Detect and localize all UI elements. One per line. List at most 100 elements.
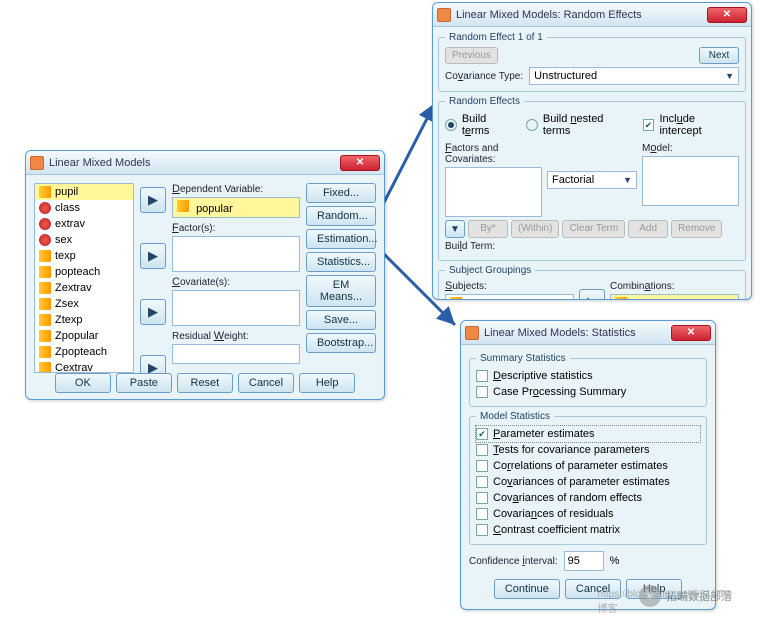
build-term-label: Build Term: [445,240,739,252]
move-to-factors-button[interactable]: ▶ [140,243,166,269]
descriptive-checkbox[interactable]: Descriptive statistics [476,368,700,384]
app-icon [30,156,44,170]
tests-cov-params-checkbox[interactable]: Tests for covariance parameters [476,442,700,458]
variable-pupil[interactable]: pupil [35,184,133,200]
move-to-dependent-button[interactable]: ▶ [140,187,166,213]
build-terms-radio[interactable]: Build terms [445,111,516,139]
subjects-label: Subjects: [445,280,574,292]
titlebar[interactable]: Linear Mixed Models: Random Effects ✕ [433,3,751,27]
fixed-button[interactable]: Fixed... [306,183,376,203]
close-icon[interactable]: ✕ [671,325,711,341]
combinations-label: Combinations: [610,280,739,292]
clear-term-button: Clear Term [562,220,625,238]
summary-stats-fieldset: Summary Statistics Descriptive statistic… [469,353,707,407]
em-means-button[interactable]: EM Means... [306,275,376,307]
factors-field[interactable] [172,236,300,272]
variable-popteach[interactable]: popteach [35,264,133,280]
cov-random-checkbox[interactable]: Covariances of random effects [476,490,700,506]
statistics-dialog: Linear Mixed Models: Statistics ✕ Summar… [460,320,716,610]
ruler-icon [39,298,51,310]
continue-button[interactable]: Continue [494,579,560,599]
dialog-title: Linear Mixed Models: Random Effects [456,9,707,21]
titlebar[interactable]: Linear Mixed Models: Statistics ✕ [461,321,715,345]
term-down-button[interactable]: ▼ [445,220,465,238]
model-stats-fieldset: Model Statistics ✔Parameter estimates Te… [469,411,707,545]
variable-list[interactable]: pupilclassextravsextexppopteachZextravZs… [34,183,134,373]
factors-label: Factor(s): [172,222,300,234]
random-effects-dialog: Linear Mixed Models: Random Effects ✕ Ra… [432,2,752,300]
covariates-label: Covariate(s): [172,276,300,288]
ruler-icon [39,314,51,326]
variable-texp[interactable]: texp [35,248,133,264]
ruler-icon [177,200,189,212]
ruler-icon [39,250,51,262]
random-button[interactable]: Random... [306,206,376,226]
by-button: By* [468,220,508,238]
ci-label: Confidence interval: [469,555,558,567]
ok-button[interactable]: OK [55,373,111,393]
variable-extrav[interactable]: extrav [35,216,133,232]
cov-pe-checkbox[interactable]: Covariances of parameter estimates [476,474,700,490]
model-list[interactable] [642,156,739,206]
close-icon[interactable]: ✕ [340,155,380,171]
correlations-pe-checkbox[interactable]: Correlations of parameter estimates [476,458,700,474]
variable-Zpopteach[interactable]: Zpopteach [35,344,133,360]
ruler-icon [39,186,51,198]
ruler-icon [39,362,51,373]
help-button[interactable]: Help [299,373,355,393]
bootstrap-button[interactable]: Bootstrap... [306,333,376,353]
dependent-field[interactable]: popular [172,197,300,218]
residual-field[interactable] [172,344,300,364]
subjects-list[interactable]: class [445,294,574,300]
variable-Zpopular[interactable]: Zpopular [35,328,133,344]
move-to-combos-button[interactable]: ▶ [579,289,605,300]
contrast-coef-checkbox[interactable]: Contrast coefficient matrix [476,522,700,538]
nominal-icon [39,234,51,246]
watermark: ✶ 拓端数据部落 https://blog.csdn.net/@51CTO博客 [639,585,732,607]
ci-input[interactable] [564,551,604,571]
percent-label: % [610,555,620,567]
variable-Zsex[interactable]: Zsex [35,296,133,312]
include-intercept-checkbox[interactable]: ✔Include intercept [643,111,739,139]
random-effect-group: Random Effect 1 of 1 Previous Next Covar… [438,32,746,92]
parameter-estimates-checkbox[interactable]: ✔Parameter estimates [476,426,700,442]
factorial-dropdown[interactable]: Factorial▼ [547,171,637,189]
covariance-type-dropdown[interactable]: Unstructured▼ [529,67,739,85]
reset-button[interactable]: Reset [177,373,233,393]
ruler-icon [450,297,462,300]
build-nested-radio[interactable]: Build nested terms [526,111,633,139]
save-button[interactable]: Save... [306,310,376,330]
covtype-label: Covariance Type: [445,70,523,82]
case-processing-checkbox[interactable]: Case Processing Summary [476,384,700,400]
random-effects-fieldset: Random Effects Build terms Build nested … [438,96,746,261]
paste-button[interactable]: Paste [116,373,172,393]
cov-resid-checkbox[interactable]: Covariances of residuals [476,506,700,522]
covariates-field[interactable] [172,290,300,326]
variable-Ztexp[interactable]: Ztexp [35,312,133,328]
variable-sex[interactable]: sex [35,232,133,248]
chevron-down-icon: ▼ [725,71,734,81]
ruler-icon [39,346,51,358]
add-button: Add [628,220,668,238]
titlebar[interactable]: Linear Mixed Models ✕ [26,151,384,175]
dependent-label: DDependent Variable:ependent Variable: [172,183,300,195]
model-label: Model: [642,142,739,154]
chevron-down-icon: ▼ [623,175,632,185]
variable-class[interactable]: class [35,200,133,216]
ruler-icon [615,297,627,300]
combinations-list[interactable]: class [610,294,739,300]
app-icon [465,326,479,340]
next-button[interactable]: Next [699,47,739,64]
app-icon [437,8,451,22]
estimation-button[interactable]: Estimation... [306,229,376,249]
linear-mixed-models-dialog: Linear Mixed Models ✕ pupilclassextravse… [25,150,385,400]
close-icon[interactable]: ✕ [707,7,747,23]
factors-covariates-list[interactable] [445,167,542,217]
ruler-icon [39,330,51,342]
variable-Zextrav[interactable]: Zextrav [35,280,133,296]
move-to-covariates-button[interactable]: ▶ [140,299,166,325]
statistics-button[interactable]: Statistics... [306,252,376,272]
cancel-button[interactable]: Cancel [238,373,294,393]
variable-Cextrav[interactable]: Cextrav [35,360,133,373]
previous-button: Previous [445,47,498,64]
